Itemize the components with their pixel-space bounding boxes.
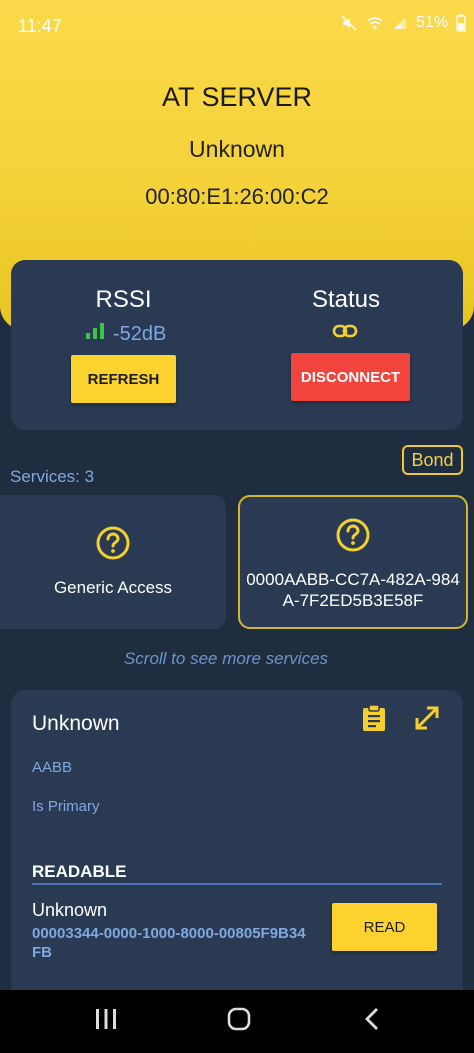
service-card-custom[interactable]: 0000AABB-CC7A-482A-984A-7F2ED5B3E58F	[238, 495, 468, 629]
link-icon	[332, 321, 358, 346]
signal-icon	[392, 15, 408, 31]
device-mac-address: 00:80:E1:26:00:C2	[145, 184, 329, 209]
section-readable-heading: READABLE	[32, 862, 127, 881]
bond-button[interactable]: Bond	[402, 445, 463, 475]
battery-icon	[456, 14, 466, 32]
section-divider	[32, 883, 442, 885]
home-icon[interactable]	[226, 1006, 252, 1037]
question-icon	[95, 525, 131, 566]
status-time: 11:47	[18, 16, 62, 36]
status-bar: 11:47 51%	[0, 0, 474, 56]
characteristic-name: Unknown	[32, 900, 108, 920]
refresh-button[interactable]: REFRESH	[71, 355, 176, 403]
recent-apps-icon[interactable]	[94, 1006, 118, 1037]
service-primary-flag: Is Primary	[32, 798, 100, 815]
service-uuid: AABB	[32, 759, 73, 776]
rssi-reading: -52dB	[85, 322, 166, 346]
question-icon	[335, 517, 371, 558]
back-icon[interactable]	[362, 1006, 382, 1037]
battery-label: 51%	[415, 14, 448, 31]
expand-icon[interactable]	[413, 704, 441, 737]
clipboard-icon[interactable]	[361, 704, 387, 737]
mute-icon	[340, 14, 358, 32]
service-card-generic-access[interactable]: Generic Access	[0, 495, 226, 629]
disconnect-button[interactable]: DISCONNECT	[291, 353, 410, 401]
scroll-hint: Scroll to see more services	[123, 649, 329, 668]
device-state: Unknown	[189, 136, 285, 162]
connection-info-card: RSSI -52dB Status REFRESH DISCONNECT	[11, 260, 463, 430]
service-detail-title: Unknown	[32, 712, 120, 735]
rssi-title: RSSI	[95, 286, 152, 313]
read-button[interactable]: READ	[332, 903, 437, 951]
system-nav-bar	[0, 990, 474, 1053]
service-detail-card: Unknown AABB Is Primary READABLE Unknown…	[11, 690, 463, 1010]
device-name: AT SERVER	[161, 82, 313, 112]
rssi-value: -52dB	[113, 322, 167, 345]
services-count: Services: 3	[10, 467, 95, 486]
signal-strength-icon	[85, 322, 105, 346]
service-name: 0000AABB-CC7A-482A-984A-7F2ED5B3E58F	[246, 570, 460, 610]
status-title: Status	[311, 286, 381, 313]
service-name: Generic Access	[53, 578, 173, 597]
status-icons: 51%	[340, 14, 466, 32]
characteristic-uuid: 00003344-0000-1000-8000-00805F9B34FB	[32, 925, 306, 961]
wifi-icon	[366, 14, 384, 32]
app-screen: 11:47 51% AT SERVER Unknown 00:80:E1:26:…	[0, 0, 474, 1053]
